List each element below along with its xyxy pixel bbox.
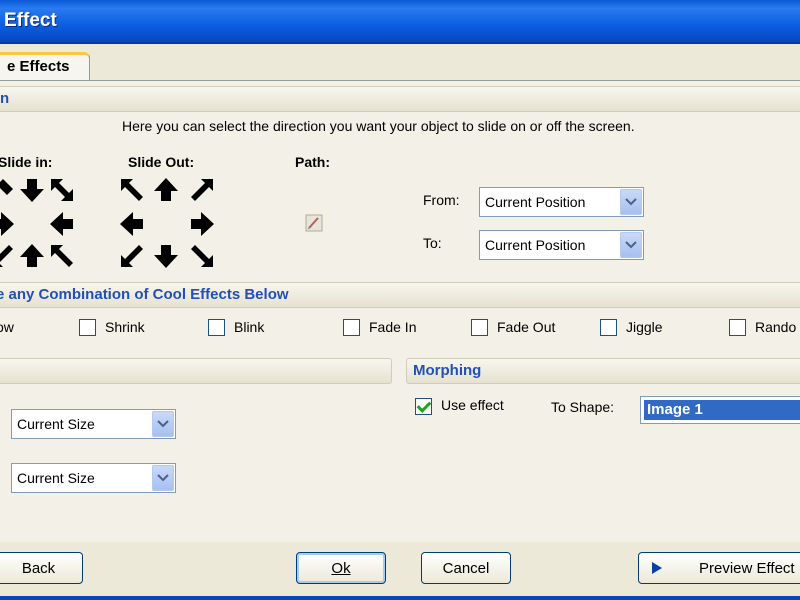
slide-out-n-icon[interactable] (152, 176, 180, 204)
slide-out-e-icon[interactable] (188, 210, 216, 238)
from-dropdown-value: Current Position (485, 194, 586, 210)
slide-out-se-icon[interactable] (188, 242, 216, 270)
slide-out-label: Slide Out: (128, 154, 195, 170)
title-bar[interactable]: Effect (0, 0, 800, 44)
effect-label-shrink[interactable]: Shrink (105, 319, 145, 335)
to-dropdown[interactable]: Current Position (479, 230, 644, 260)
pencil-icon[interactable] (305, 214, 323, 232)
size-dropdown-2[interactable]: Current Size (11, 463, 176, 493)
cancel-button-label: Cancel (442, 559, 490, 577)
slide-in-s-icon[interactable] (18, 242, 46, 270)
slide-description: Here you can select the direction you wa… (122, 118, 635, 134)
ok-button-label: Ok (331, 559, 351, 577)
from-label: From: (423, 192, 460, 208)
shrink-checkbox[interactable] (79, 319, 96, 336)
slide-in-label: Slide in: (0, 154, 53, 170)
slide-out-s-icon[interactable] (152, 242, 180, 270)
back-button-label: Back (21, 559, 56, 577)
effect-dialog: Effect e Effects n Here you can select t… (0, 0, 800, 600)
chevron-down-icon[interactable] (620, 189, 642, 215)
slide-in-nw-icon[interactable] (0, 176, 16, 204)
effect-label-jiggle[interactable]: Jiggle (626, 319, 663, 335)
effect-label-blink[interactable]: Blink (234, 319, 264, 335)
slide-group-header (0, 86, 800, 112)
blink-checkbox[interactable] (208, 319, 225, 336)
ok-button[interactable]: Ok (296, 552, 386, 584)
to-dropdown-value: Current Position (485, 237, 586, 253)
slide-out-nw-icon[interactable] (118, 176, 146, 204)
chevron-down-icon[interactable] (620, 232, 642, 258)
cancel-button[interactable]: Cancel (421, 552, 511, 584)
back-button[interactable]: Back (0, 552, 83, 584)
preview-effect-button[interactable]: Preview Effect (638, 552, 800, 584)
slide-out-sw-icon[interactable] (118, 242, 146, 270)
slide-in-ne-icon[interactable] (48, 176, 76, 204)
chevron-down-icon[interactable] (152, 411, 174, 437)
jiggle-checkbox[interactable] (600, 319, 617, 336)
window-bottom-border (0, 596, 800, 600)
effects-group-title: e any Combination of Cool Effects Below (0, 286, 289, 303)
slide-in-e-icon[interactable] (48, 210, 76, 238)
slide-in-arrows (0, 176, 80, 272)
slide-out-ne-icon[interactable] (188, 176, 216, 204)
use-effect-label[interactable]: Use effect (441, 397, 504, 413)
window-title: Effect (4, 10, 57, 31)
size-dropdown-1[interactable]: Current Size (11, 409, 176, 439)
effect-label-grow[interactable]: ow (0, 319, 14, 335)
slide-in-se-icon[interactable] (48, 242, 76, 270)
morphing-group-title: Morphing (413, 362, 482, 379)
to-shape-field[interactable]: Image 1 (640, 396, 800, 424)
to-shape-value: Image 1 (644, 400, 800, 420)
fade-in-checkbox[interactable] (343, 319, 360, 336)
slide-in-n-icon[interactable] (18, 176, 46, 204)
to-shape-label: To Shape: (551, 399, 615, 415)
effect-label-random[interactable]: Rando (755, 319, 796, 335)
slide-in-sw-icon[interactable] (0, 242, 16, 270)
effect-label-fade-out[interactable]: Fade Out (497, 319, 555, 335)
slide-out-w-icon[interactable] (118, 210, 146, 238)
size-group-header (0, 358, 392, 384)
use-effect-checkbox[interactable] (415, 398, 432, 415)
fade-out-checkbox[interactable] (471, 319, 488, 336)
tab-effects[interactable]: e Effects (0, 52, 90, 82)
chevron-down-icon[interactable] (152, 465, 174, 491)
size-dropdown-2-value: Current Size (17, 470, 95, 486)
tab-effects-label: e Effects (7, 58, 70, 75)
random-checkbox[interactable] (729, 319, 746, 336)
play-icon (651, 561, 663, 575)
path-label: Path: (295, 154, 330, 170)
from-dropdown[interactable]: Current Position (479, 187, 644, 217)
slide-out-arrows (116, 176, 216, 272)
slide-group-title: n (0, 90, 10, 107)
preview-effect-label: Preview Effect (699, 559, 795, 577)
slide-in-w-icon[interactable] (0, 210, 16, 238)
size-dropdown-1-value: Current Size (17, 416, 95, 432)
to-label: To: (423, 235, 442, 251)
effect-label-fade-in[interactable]: Fade In (369, 319, 416, 335)
